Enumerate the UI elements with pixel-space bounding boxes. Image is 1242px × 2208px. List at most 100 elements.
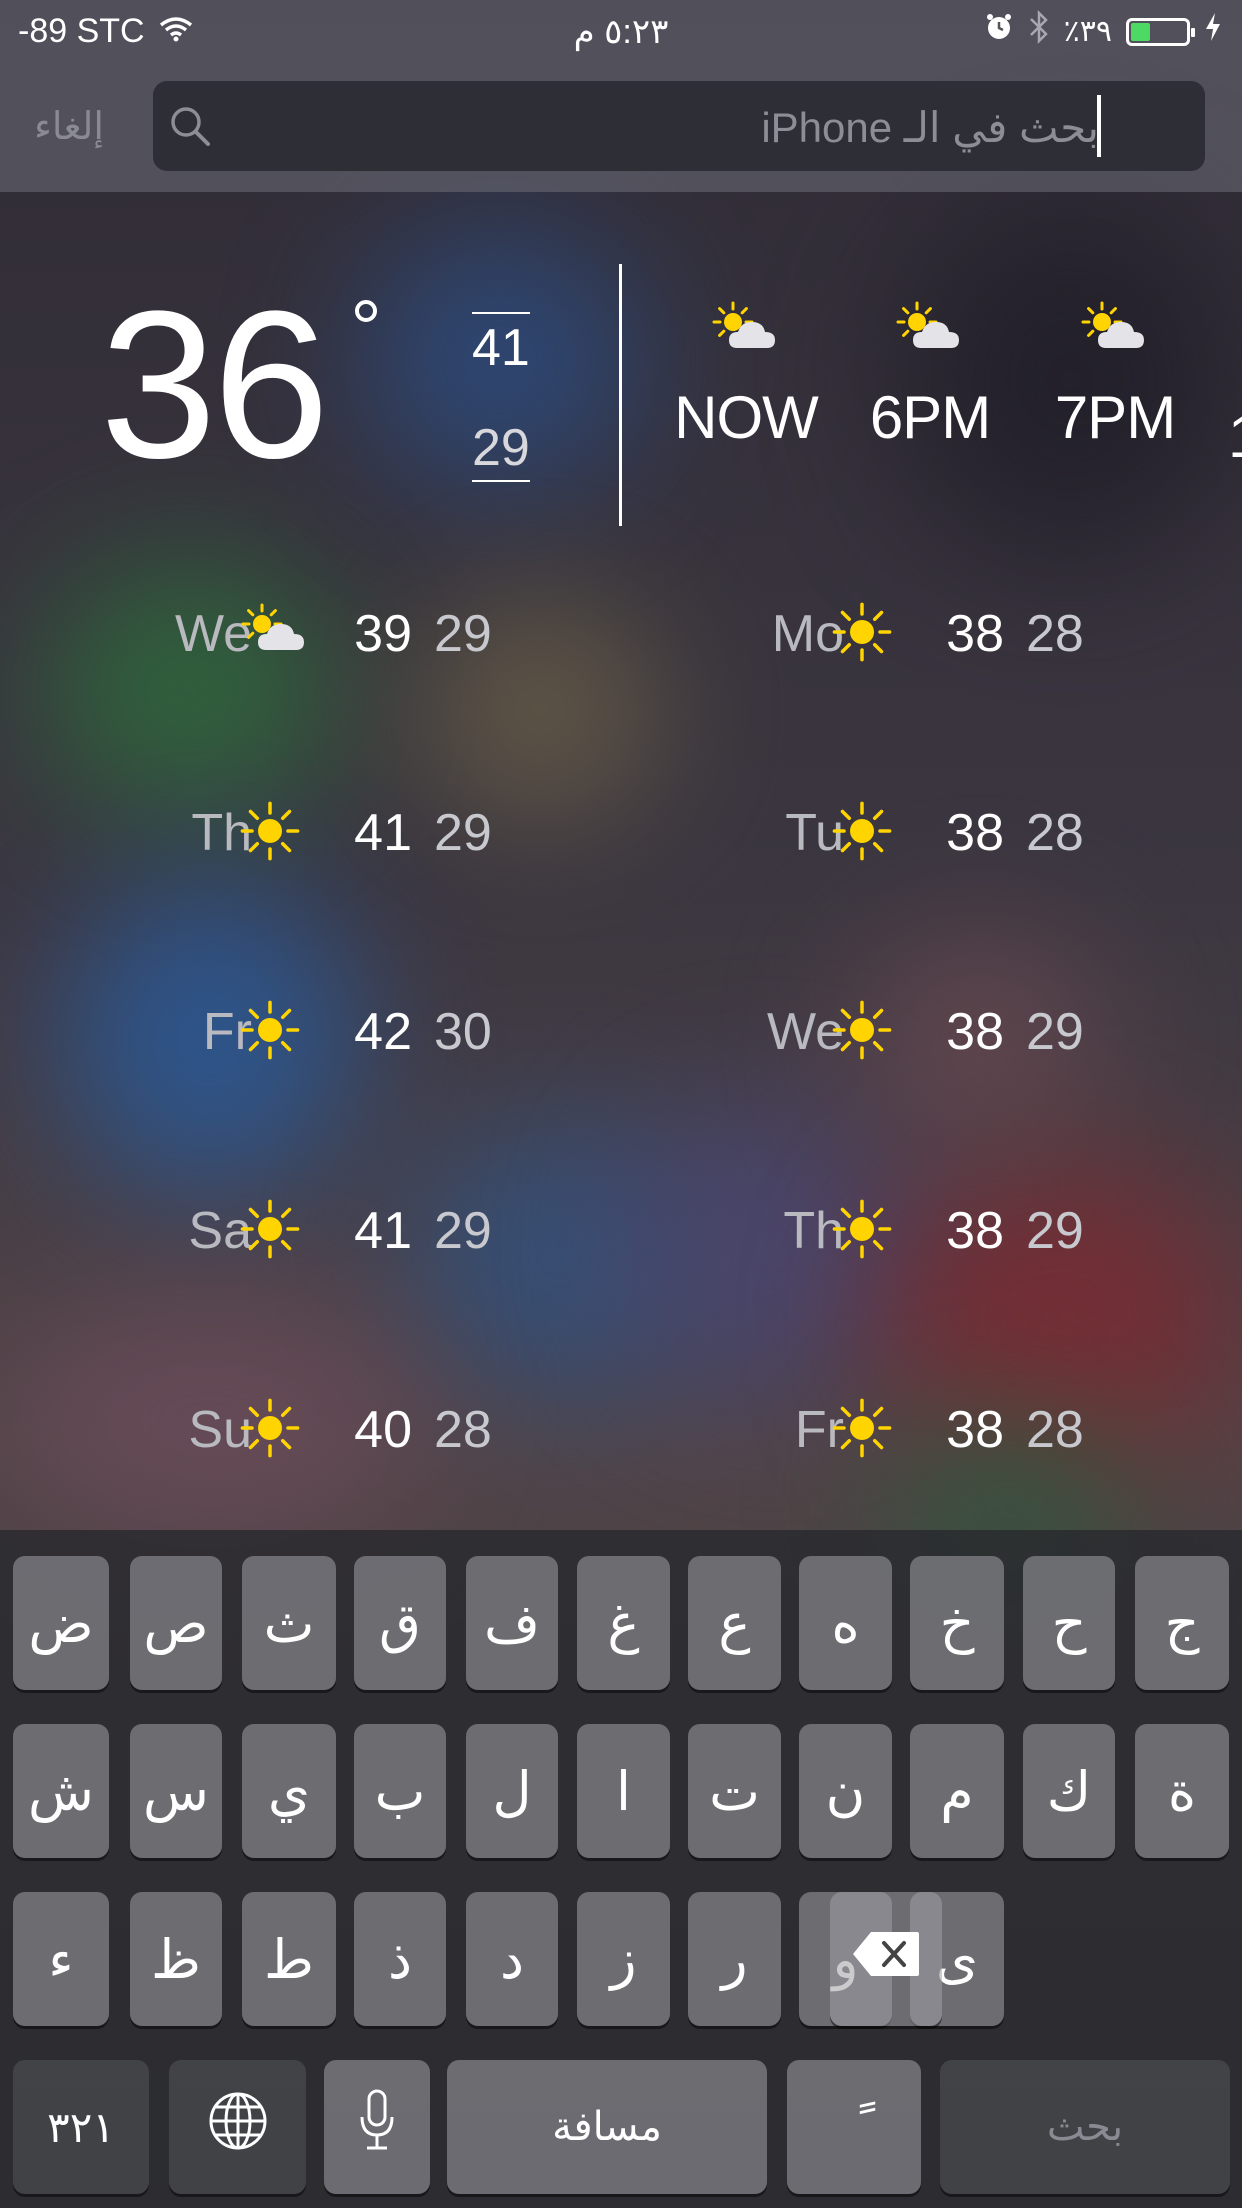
day-high: 40 — [354, 1401, 412, 1459]
hourly-label: NOW — [674, 384, 819, 451]
arabic-keyboard: ضصثقفغعهخحجشسيبلاتنمكةءظطذدزروى ٣٢١ مساف… — [0, 1530, 1242, 2208]
letter-key[interactable]: س — [130, 1724, 222, 1858]
day-low: 28 — [434, 1401, 492, 1459]
letter-key[interactable]: ث — [242, 1556, 336, 1690]
day-high: 39 — [354, 605, 412, 663]
letter-key[interactable]: ض — [13, 1556, 109, 1690]
daily-forecast-row: Tu 38 28 — [704, 791, 1144, 871]
day-high: 38 — [946, 605, 1004, 663]
day-low: 30 — [434, 1003, 492, 1061]
hourly-label: 6PM — [869, 384, 991, 451]
sun-icon — [240, 1000, 300, 1065]
day-name: Mo — [771, 605, 844, 663]
sun-icon — [832, 602, 892, 667]
letter-key[interactable]: ة — [1135, 1724, 1229, 1858]
sun-icon — [240, 801, 300, 866]
day-name: We — [174, 605, 252, 663]
day-name: Sa — [188, 1202, 252, 1260]
letter-key[interactable]: ل — [466, 1724, 558, 1858]
day-name: We — [766, 1003, 844, 1061]
letter-key[interactable]: ي — [242, 1724, 336, 1858]
degree-symbol — [355, 300, 377, 322]
letter-key[interactable]: ر — [688, 1892, 781, 2026]
sun-icon — [832, 801, 892, 866]
today-low: 29 — [472, 418, 530, 482]
letter-key[interactable]: ف — [466, 1556, 558, 1690]
globe-icon — [207, 2090, 269, 2165]
letter-key[interactable]: ت — [688, 1724, 781, 1858]
search-key[interactable]: بحث — [940, 2060, 1230, 2194]
letter-key[interactable]: د — [466, 1892, 558, 2026]
search-header: إلغاء بحث في الـ iPhone — [0, 64, 1242, 192]
day-high: 41 — [354, 804, 412, 862]
microphone-icon — [357, 2089, 397, 2166]
letter-key[interactable]: ق — [354, 1556, 446, 1690]
day-high: 41 — [354, 1202, 412, 1260]
letter-key[interactable]: ظ — [130, 1892, 222, 2026]
letter-key[interactable]: ب — [354, 1724, 446, 1858]
numbers-key[interactable]: ٣٢١ — [13, 2060, 149, 2194]
sun-icon — [240, 1398, 300, 1463]
delete-key[interactable] — [830, 1892, 942, 2026]
daily-forecast-row: Su 40 28 — [112, 1388, 552, 1468]
letter-key[interactable]: ش — [13, 1724, 109, 1858]
daily-forecast-row: Sa 41 29 — [112, 1189, 552, 1269]
letter-key[interactable]: م — [910, 1724, 1004, 1858]
today-high: 41 — [472, 312, 530, 378]
letter-key[interactable]: خ — [910, 1556, 1004, 1690]
space-key[interactable]: مسافة — [447, 2060, 767, 2194]
day-high: 38 — [946, 1401, 1004, 1459]
daily-forecast-row: Fr 42 30 — [112, 990, 552, 1070]
search-placeholder: بحث في الـ iPhone — [761, 104, 1099, 151]
text-cursor — [1097, 95, 1101, 157]
letter-key[interactable]: ك — [1023, 1724, 1115, 1858]
day-low: 29 — [434, 1202, 492, 1260]
search-input[interactable]: بحث في الـ iPhone — [153, 81, 1205, 171]
day-high: 42 — [354, 1003, 412, 1061]
globe-key[interactable] — [169, 2060, 306, 2194]
letter-key[interactable]: ع — [688, 1556, 781, 1690]
letter-key[interactable]: غ — [577, 1556, 670, 1690]
letter-key[interactable]: ء — [13, 1892, 109, 2026]
current-temperature: 36 — [100, 267, 330, 502]
day-name: Tu — [785, 804, 844, 862]
day-name: Th — [783, 1202, 844, 1260]
tanween-key[interactable]: ً — [787, 2060, 921, 2194]
letter-key[interactable]: ذ — [354, 1892, 446, 2026]
sun-icon — [240, 1199, 300, 1264]
hourly-item: 6PM — [850, 300, 1010, 452]
sun-icon — [832, 1199, 892, 1264]
dictation-key[interactable] — [324, 2060, 430, 2194]
day-high: 38 — [946, 1003, 1004, 1061]
letter-key[interactable]: ا — [577, 1724, 670, 1858]
day-low: 28 — [1026, 1401, 1084, 1459]
cancel-button[interactable]: إلغاء — [34, 104, 104, 149]
daily-forecast-row: Th 41 29 — [112, 791, 552, 871]
search-icon — [167, 103, 213, 154]
partly-cloudy-icon — [850, 300, 1010, 361]
letter-key[interactable]: ح — [1023, 1556, 1115, 1690]
day-name: Fr — [794, 1401, 844, 1459]
status-bar: -89 STC ٥:٢٣ م ٪٣٩ — [0, 0, 1242, 64]
letter-key[interactable]: ص — [130, 1556, 222, 1690]
letter-key[interactable]: ج — [1135, 1556, 1229, 1690]
day-high: 38 — [946, 1202, 1004, 1260]
day-low: 28 — [1026, 605, 1084, 663]
partly-cloudy-icon — [666, 300, 826, 361]
alarm-icon — [984, 12, 1014, 51]
letter-key[interactable]: ز — [577, 1892, 670, 2026]
partly-cloudy-icon — [1035, 300, 1195, 361]
letter-key[interactable]: ط — [242, 1892, 336, 2026]
sun-icon — [832, 1398, 892, 1463]
day-low: 29 — [434, 605, 492, 663]
letter-key[interactable]: ن — [799, 1724, 892, 1858]
hourly-label: 7PM — [1054, 384, 1176, 451]
hourly-item: NOW — [666, 300, 826, 452]
battery-percent: ٪٣٩ — [1063, 14, 1112, 49]
daily-forecast-row: Fr 38 28 — [704, 1388, 1144, 1468]
daily-forecast-row: Th 38 29 — [704, 1189, 1144, 1269]
delete-icon — [851, 1928, 921, 1991]
day-low: 29 — [434, 804, 492, 862]
letter-key[interactable]: ه — [799, 1556, 892, 1690]
day-low: 29 — [1026, 1003, 1084, 1061]
